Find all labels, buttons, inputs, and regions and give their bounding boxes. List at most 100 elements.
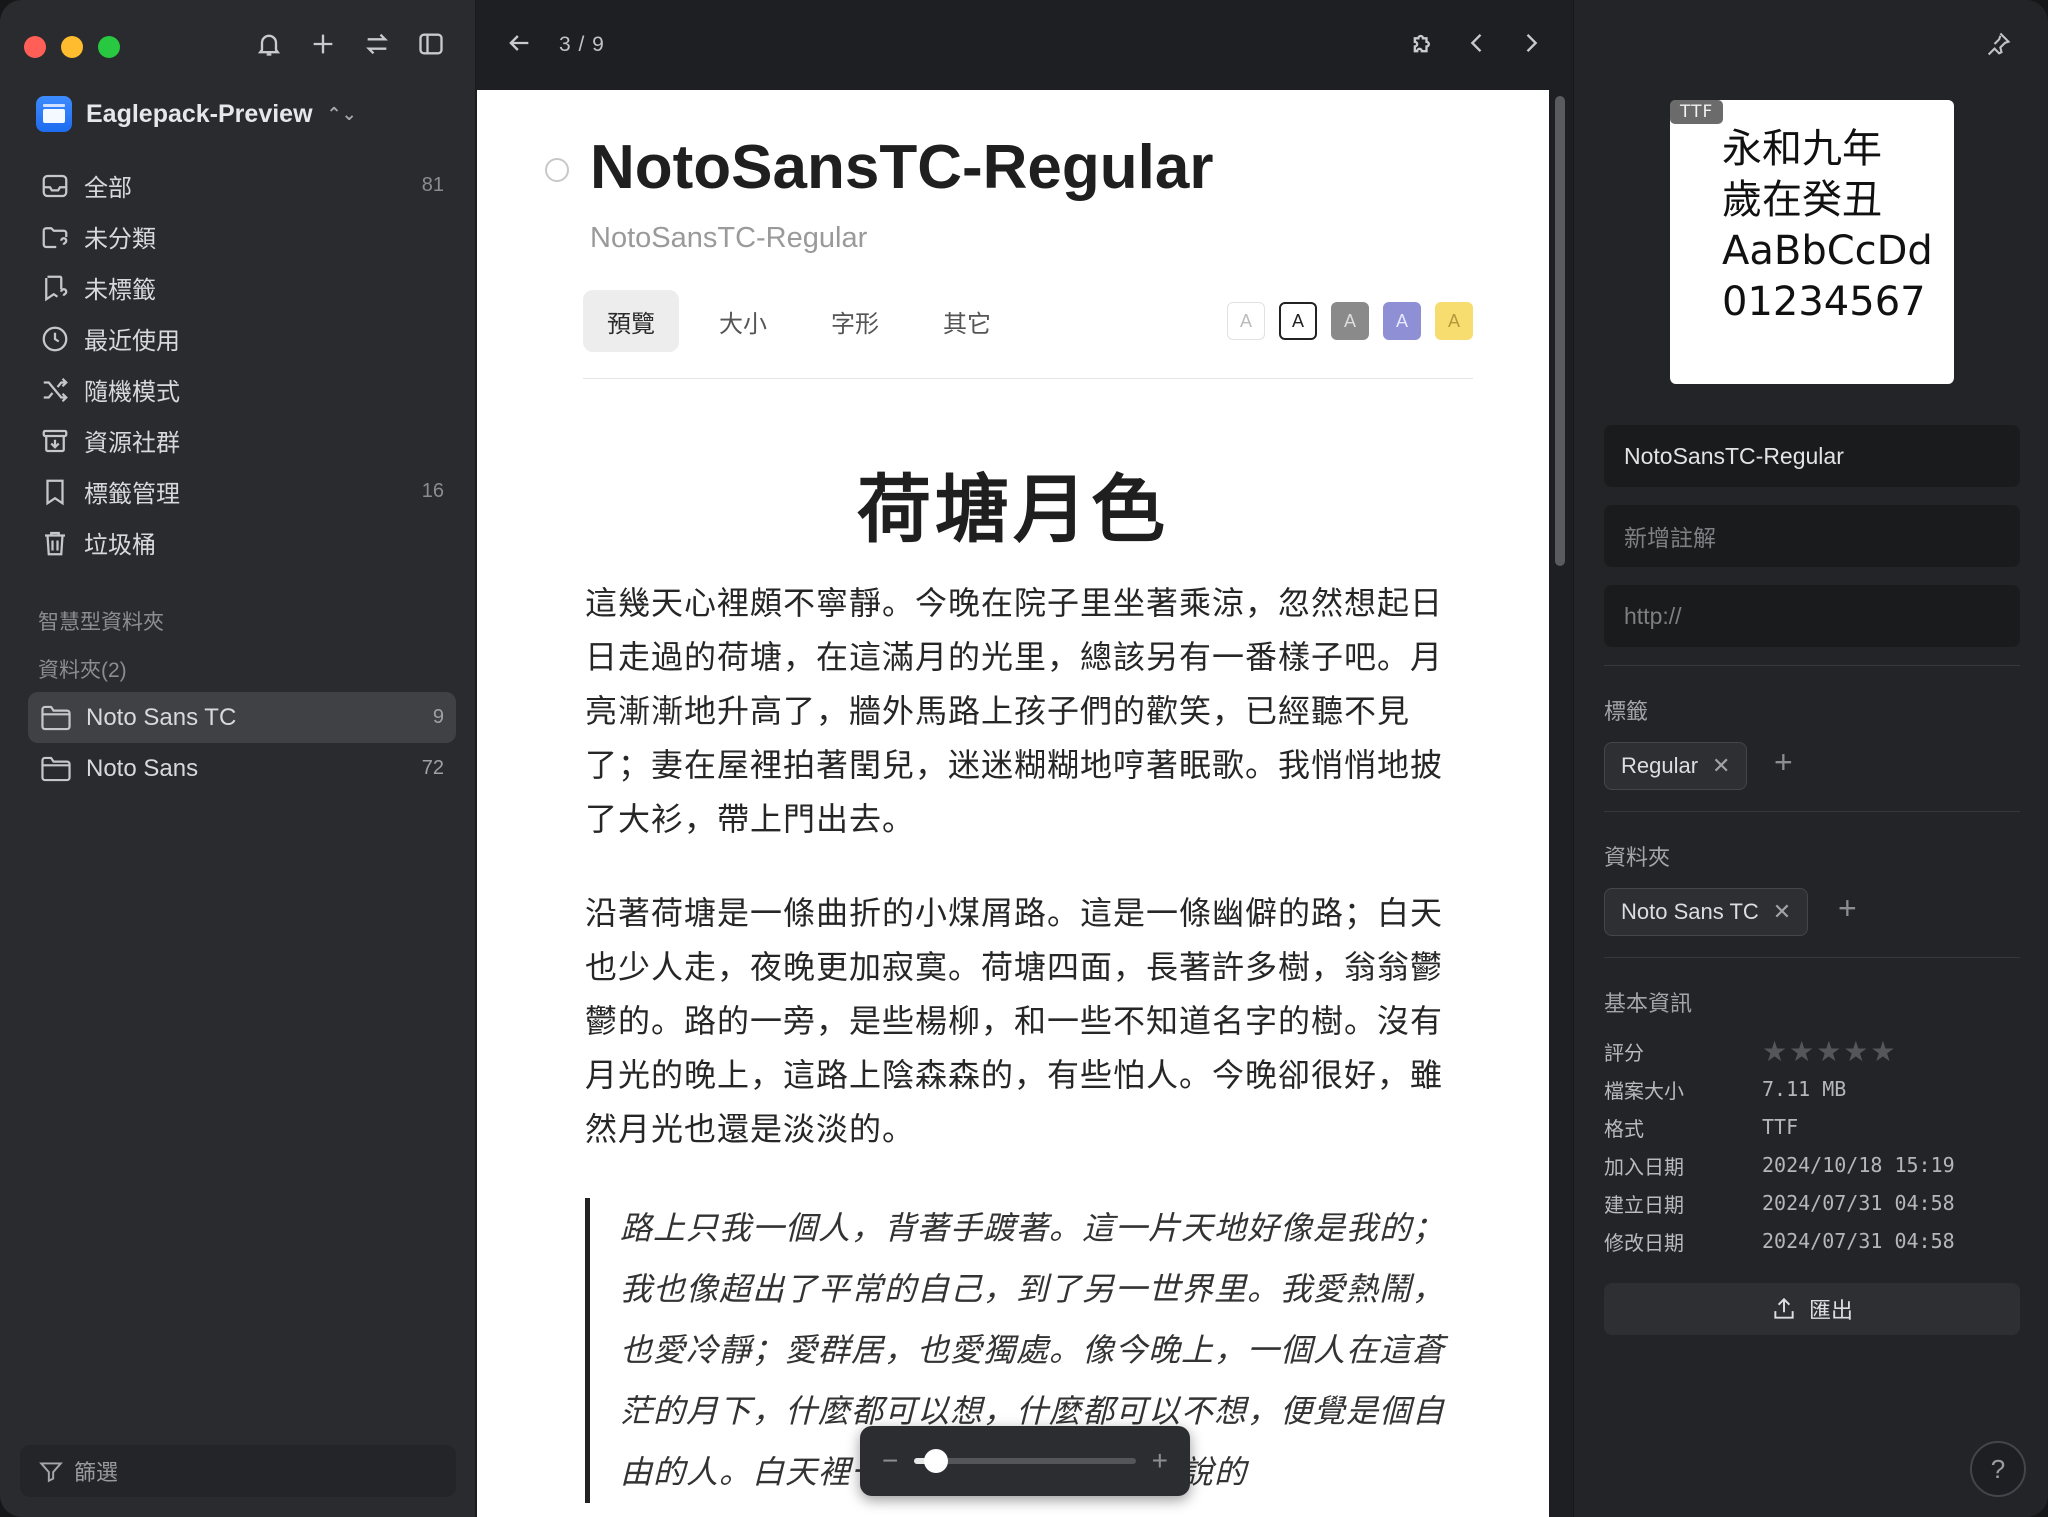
annotation-field[interactable]: 新增註解 [1604, 505, 2020, 567]
zoom-slider-handle[interactable] [924, 1449, 949, 1473]
app-window: Eaglepack-Preview ⌃⌄ 全部 81 未分類 未標籤 最近使用 [0, 0, 2048, 1517]
info-value: 7.11 MB [1762, 1077, 1847, 1101]
folder-icon [41, 705, 71, 730]
export-button[interactable]: 匯出 [1604, 1283, 2020, 1335]
folder-icon [41, 756, 71, 781]
help-button[interactable]: ? [1970, 1441, 2026, 1497]
previous-button[interactable] [1463, 29, 1491, 62]
library-switcher[interactable]: Eaglepack-Preview ⌃⌄ [36, 96, 357, 132]
trash-icon [45, 531, 65, 555]
folder-label: Noto Sans TC [86, 703, 237, 731]
rating-stars[interactable]: ★★★★★ [1762, 1035, 1898, 1068]
info-row-added: 加入日期 2024/10/18 15:19 [1604, 1146, 2020, 1184]
info-value: 2024/10/18 15:19 [1762, 1153, 1955, 1177]
folder-item-noto-sans-tc[interactable]: Noto Sans TC 9 [28, 692, 456, 743]
zoom-out-button[interactable]: − [882, 1445, 898, 1477]
tab-other[interactable]: 其它 [919, 290, 1015, 352]
theme-swatch-light[interactable]: A [1227, 302, 1265, 340]
folder-label: Noto Sans [86, 754, 199, 782]
info-key: 修改日期 [1604, 1232, 1684, 1255]
window-controls [24, 36, 120, 58]
info-row-rating: 評分 ★★★★★ [1604, 1032, 2020, 1070]
info-value: 2024/07/31 04:58 [1762, 1191, 1955, 1215]
notification-button[interactable] [253, 28, 285, 60]
theme-swatch-purple[interactable]: A [1383, 302, 1421, 340]
remove-folder-icon[interactable]: ✕ [1773, 899, 1791, 925]
sidebar-nav: 全部 81 未分類 未標籤 最近使用 隨機模式 資源社群 標籤管理 16 垃圾桶 [28, 160, 456, 568]
sample-paragraph-2: 沿著荷塘是一條曲折的小煤屑路。這是一條幽僻的路；白天也少人走，夜晚更加寂寞。荷塘… [585, 894, 1444, 1148]
smart-folders-header[interactable]: 智慧型資料夾 [38, 606, 164, 636]
puzzle-icon [1413, 34, 1430, 52]
inbox-icon [42, 174, 68, 197]
back-button[interactable] [505, 29, 533, 62]
remove-tag-icon[interactable]: ✕ [1712, 753, 1730, 779]
tab-preview[interactable]: 預覽 [583, 290, 679, 352]
sidebar-item-count: 81 [421, 174, 444, 196]
plugin-button[interactable] [1409, 29, 1437, 62]
zoom-in-button[interactable]: + [1152, 1445, 1168, 1477]
info-key: 檔案大小 [1604, 1080, 1684, 1103]
switch-library-button[interactable] [361, 28, 393, 60]
zoom-slider[interactable] [914, 1449, 1136, 1473]
sidebar-item-untagged[interactable]: 未標籤 [28, 262, 456, 313]
sample-paragraph-1: 這幾天心裡頗不寧靜。今晚在院子里坐著乘涼，忽然想起日日走過的荷塘，在這滿月的光里… [585, 584, 1444, 838]
zoom-window-button[interactable] [98, 36, 120, 58]
name-field[interactable]: NotoSansTC-Regular [1604, 425, 2020, 487]
preview-toolbar: 3 / 9 [477, 0, 1573, 90]
next-button[interactable] [1517, 29, 1545, 62]
info-value: 2024/07/31 04:58 [1762, 1229, 1955, 1253]
folder-chip[interactable]: Noto Sans TC ✕ [1604, 888, 1809, 936]
theme-swatch-yellow[interactable]: A [1435, 302, 1473, 340]
filter-button[interactable]: 篩選 [20, 1445, 456, 1497]
tab-glyphs[interactable]: 字形 [807, 290, 903, 352]
info-row-created: 建立日期 2024/07/31 04:58 [1604, 1184, 2020, 1222]
close-window-button[interactable] [24, 36, 46, 58]
bell-icon [257, 34, 281, 56]
sidebar-item-community[interactable]: 資源社群 [28, 415, 456, 466]
font-thumbnail[interactable]: TTF 永和九年 歲在癸丑 AaBbCcDd 01234567 [1670, 100, 1954, 384]
tags-header: 標籤 [1604, 699, 1649, 724]
format-badge: TTF [1670, 100, 1724, 124]
toggle-sidebar-button[interactable] [415, 28, 447, 60]
tag-chip[interactable]: Regular ✕ [1604, 742, 1748, 790]
sidebar-item-random[interactable]: 隨機模式 [28, 364, 456, 415]
folders-header[interactable]: 資料夾(2) [38, 654, 127, 684]
chevron-updown-icon: ⌃⌄ [326, 103, 357, 124]
folder-list: Noto Sans TC 9 Noto Sans 72 [28, 692, 456, 794]
preview-scrollbar[interactable] [1555, 96, 1565, 566]
bookmark-icon [46, 479, 64, 505]
folder-chip-label: Noto Sans TC [1621, 899, 1759, 924]
font-preview-document[interactable]: NotoSansTC-Regular NotoSansTC-Regular 預覽… [477, 90, 1549, 1517]
tab-size[interactable]: 大小 [695, 290, 791, 352]
pin-button[interactable] [1984, 30, 2012, 63]
folder-count: 9 [432, 706, 444, 728]
add-button[interactable] [307, 28, 339, 60]
sidebar-toolbar [253, 28, 447, 60]
thumbnail-line: 歲在癸丑 [1722, 177, 1882, 223]
thumbnail-line: 01234567 [1722, 279, 1926, 325]
add-folder-button[interactable]: + [1838, 890, 1857, 927]
sidebar-item-recent[interactable]: 最近使用 [28, 313, 456, 364]
arrow-left-icon [509, 34, 529, 51]
info-key: 建立日期 [1604, 1194, 1684, 1217]
font-subtitle: NotoSansTC-Regular [590, 222, 868, 254]
info-row-modified: 修改日期 2024/07/31 04:58 [1604, 1222, 2020, 1260]
select-radio[interactable] [545, 158, 569, 182]
filter-label: 篩選 [74, 1460, 119, 1485]
add-tag-button[interactable]: + [1774, 744, 1793, 781]
url-field[interactable]: http:// [1604, 585, 2020, 647]
pin-icon [1987, 32, 2011, 56]
theme-swatch-white[interactable]: A [1279, 302, 1317, 340]
sidebar-item-label: 資源社群 [84, 430, 180, 457]
theme-swatch-gray[interactable]: A [1331, 302, 1369, 340]
sidebar-item-tags[interactable]: 標籤管理 16 [28, 466, 456, 517]
page-counter: 3 / 9 [559, 33, 605, 56]
sidebar-item-all[interactable]: 全部 81 [28, 160, 456, 211]
basic-info-list: 評分 ★★★★★ 檔案大小 7.11 MB 格式 TTF 加入日期 2024/1… [1604, 1032, 2020, 1260]
sidebar-item-uncategorized[interactable]: 未分類 [28, 211, 456, 262]
sidebar-item-label: 未標籤 [84, 277, 156, 304]
minimize-window-button[interactable] [61, 36, 83, 58]
sidebar-item-trash[interactable]: 垃圾桶 [28, 517, 456, 568]
sidebar: Eaglepack-Preview ⌃⌄ 全部 81 未分類 未標籤 最近使用 [0, 0, 476, 1517]
folder-item-noto-sans[interactable]: Noto Sans 72 [28, 743, 456, 794]
